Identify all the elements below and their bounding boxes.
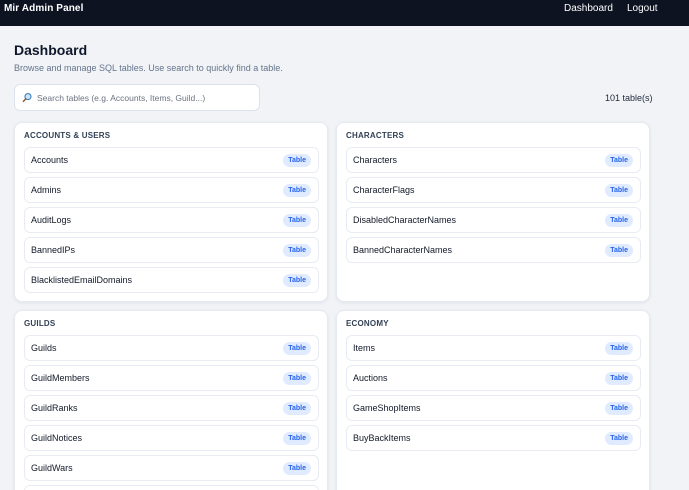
group-card-economy: ECONOMY Items Table Auctions Table GameS… xyxy=(336,310,650,490)
nav-logout-link[interactable]: Logout xyxy=(627,3,658,14)
table-badge: Table xyxy=(283,214,311,227)
table-name: BlacklistedEmailDomains xyxy=(31,275,133,285)
table-name: BannedCharacterNames xyxy=(353,245,453,255)
top-navbar: Mir Admin Panel Dashboard Logout xyxy=(0,0,689,26)
table-row-partial[interactable] xyxy=(24,485,319,490)
group-title: ECONOMY xyxy=(346,319,389,328)
table-badge: Table xyxy=(283,432,311,445)
group-title: CHARACTERS xyxy=(346,131,404,140)
table-badge: Table xyxy=(283,372,311,385)
page-subtitle: Browse and manage SQL tables. Use search… xyxy=(14,63,283,73)
table-count: 101 table(s) xyxy=(605,93,653,103)
table-name: GuildNotices xyxy=(31,433,83,443)
nav-dashboard-link[interactable]: Dashboard xyxy=(564,3,613,14)
table-row[interactable]: GameShopItems Table xyxy=(346,395,641,421)
group-card-accounts-users: ACCOUNTS & USERS Accounts Table Admins T… xyxy=(14,122,328,302)
table-name: GuildWars xyxy=(31,463,73,473)
group-title: GUILDS xyxy=(24,319,56,328)
table-badge: Table xyxy=(283,342,311,355)
table-name: Auctions xyxy=(353,373,388,383)
table-badge: Table xyxy=(605,244,633,257)
table-row[interactable]: GuildMembers Table xyxy=(24,365,319,391)
table-row[interactable]: Auctions Table xyxy=(346,365,641,391)
table-badge: Table xyxy=(605,432,633,445)
table-row[interactable]: DisabledCharacterNames Table xyxy=(346,207,641,233)
page-title: Dashboard xyxy=(14,42,88,58)
search-input[interactable] xyxy=(37,89,255,107)
table-badge: Table xyxy=(283,402,311,415)
table-name: GuildMembers xyxy=(31,373,90,383)
table-badge: Table xyxy=(605,154,633,167)
table-name: DisabledCharacterNames xyxy=(353,215,457,225)
table-row[interactable]: Items Table xyxy=(346,335,641,361)
app-title: Mir Admin Panel xyxy=(4,3,84,14)
table-row[interactable]: GuildRanks Table xyxy=(24,395,319,421)
table-row[interactable]: AuditLogs Table xyxy=(24,207,319,233)
table-row[interactable]: GuildNotices Table xyxy=(24,425,319,451)
table-badge: Table xyxy=(283,184,311,197)
table-row[interactable]: Guilds Table xyxy=(24,335,319,361)
table-name: GuildRanks xyxy=(31,403,78,413)
table-badge: Table xyxy=(605,214,633,227)
table-name: BannedIPs xyxy=(31,245,76,255)
table-name: Characters xyxy=(353,155,398,165)
table-name: CharacterFlags xyxy=(353,185,415,195)
table-badge: Table xyxy=(283,154,311,167)
group-card-characters: CHARACTERS Characters Table CharacterFla… xyxy=(336,122,650,302)
table-badge: Table xyxy=(283,462,311,475)
table-row[interactable]: GuildWars Table xyxy=(24,455,319,481)
group-card-guilds: GUILDS Guilds Table GuildMembers Table G… xyxy=(14,310,328,490)
table-name: Admins xyxy=(31,185,62,195)
table-badge: Table xyxy=(283,274,311,287)
search-icon xyxy=(22,93,32,103)
table-row[interactable]: BannedIPs Table xyxy=(24,237,319,263)
search-box[interactable] xyxy=(14,84,260,111)
table-name: Items xyxy=(353,343,376,353)
table-row[interactable]: Admins Table xyxy=(24,177,319,203)
table-name: BuyBackItems xyxy=(353,433,411,443)
group-title: ACCOUNTS & USERS xyxy=(24,131,111,140)
table-badge: Table xyxy=(605,342,633,355)
table-name: GameShopItems xyxy=(353,403,421,413)
table-name: Guilds xyxy=(31,343,57,353)
table-row[interactable]: CharacterFlags Table xyxy=(346,177,641,203)
table-row[interactable]: Characters Table xyxy=(346,147,641,173)
table-row[interactable]: BlacklistedEmailDomains Table xyxy=(24,267,319,293)
table-row[interactable]: BuyBackItems Table xyxy=(346,425,641,451)
table-badge: Table xyxy=(605,372,633,385)
table-row[interactable]: Accounts Table xyxy=(24,147,319,173)
table-name: AuditLogs xyxy=(31,215,72,225)
table-badge: Table xyxy=(605,402,633,415)
table-name: Accounts xyxy=(31,155,69,165)
table-badge: Table xyxy=(605,184,633,197)
table-row[interactable]: BannedCharacterNames Table xyxy=(346,237,641,263)
table-badge: Table xyxy=(283,244,311,257)
